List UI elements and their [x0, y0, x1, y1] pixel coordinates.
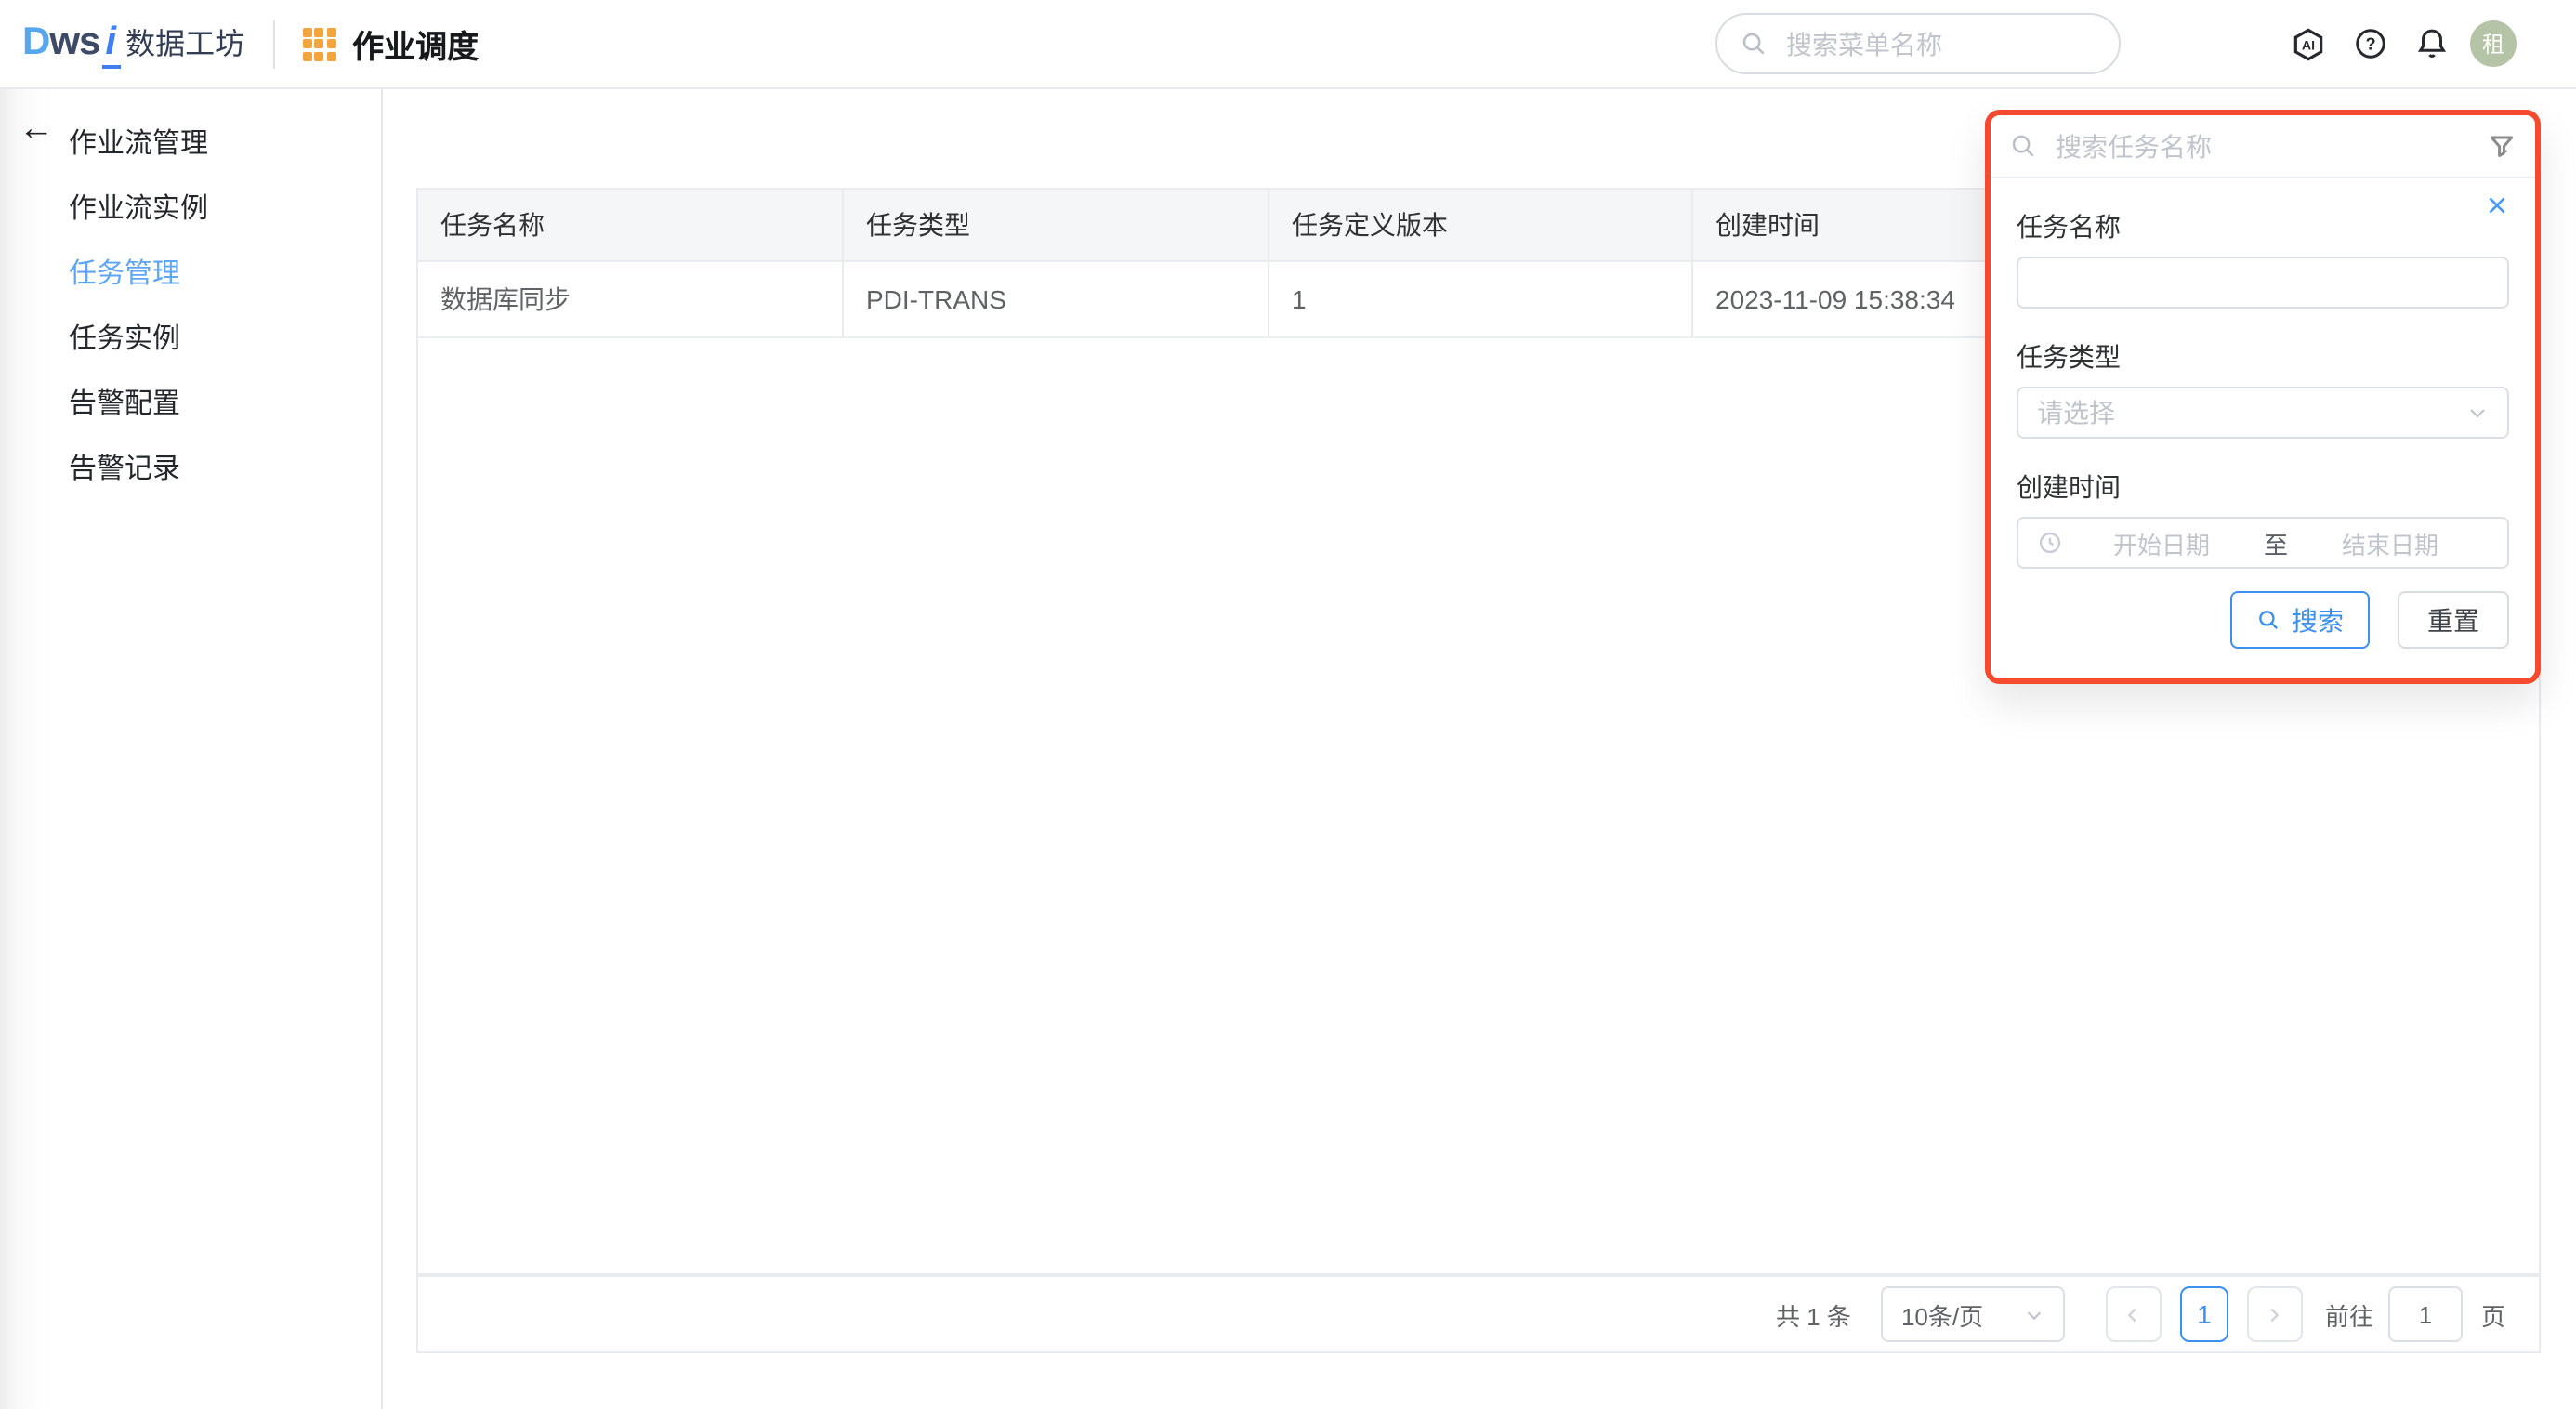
- goto-page-input[interactable]: [2388, 1286, 2463, 1342]
- close-icon[interactable]: [2485, 193, 2509, 217]
- avatar-text: 租: [2482, 28, 2504, 59]
- sidebar-item-workflow-management[interactable]: 作业流管理: [0, 112, 381, 177]
- sidebar-item-task-management[interactable]: 任务管理: [0, 242, 381, 307]
- end-date-placeholder: 结束日期: [2292, 525, 2489, 560]
- reset-button[interactable]: 重置: [2398, 591, 2509, 649]
- chevron-right-icon: [2265, 1304, 2285, 1324]
- chevron-left-icon: [2123, 1304, 2144, 1324]
- cell-task-type: PDI-TRANS: [844, 262, 1269, 336]
- sidebar-item-alert-records[interactable]: 告警记录: [0, 437, 381, 502]
- top-header: Dwsi 数据工坊 作业调度 AI: [0, 0, 2576, 89]
- dws-logo: Dwsi 数据工坊: [22, 19, 244, 69]
- goto-label: 前往: [2325, 1297, 2373, 1332]
- notification-bell-icon[interactable]: [2412, 25, 2450, 62]
- sidebar-nav: 作业流管理 作业流实例 任务管理 任务实例 告警配置 告警记录: [0, 89, 381, 502]
- column-header-task-version: 任务定义版本: [1269, 190, 1693, 260]
- task-search-input[interactable]: [2052, 129, 2472, 163]
- menu-search-box[interactable]: [1715, 13, 2121, 74]
- header-divider: [272, 20, 274, 68]
- ai-assistant-icon[interactable]: AI: [2290, 25, 2327, 62]
- page-title: 作业调度: [352, 20, 479, 67]
- total-count: 共 1 条: [1776, 1297, 1851, 1332]
- cell-task-version: 1: [1269, 262, 1693, 336]
- search-icon: [2009, 132, 2037, 160]
- svg-text:?: ?: [2364, 35, 2374, 54]
- search-button-label: 搜索: [2292, 601, 2344, 639]
- sidebar-item-task-instance[interactable]: 任务实例: [0, 307, 381, 372]
- task-name-input[interactable]: [2017, 257, 2509, 309]
- header-right: AI ? 租: [1715, 13, 2517, 74]
- select-placeholder: 请选择: [2037, 394, 2115, 431]
- search-button[interactable]: 搜索: [2230, 591, 2370, 649]
- prev-page-button[interactable]: [2106, 1286, 2162, 1342]
- sidebar-item-alert-config[interactable]: 告警配置: [0, 372, 381, 437]
- column-header-task-name: 任务名称: [418, 190, 844, 260]
- chevron-down-icon: [2466, 402, 2489, 424]
- svg-text:AI: AI: [2302, 38, 2315, 53]
- search-icon: [1740, 30, 1768, 58]
- logo-i-mark: i: [101, 20, 120, 69]
- page-size-select[interactable]: 10条/页: [1881, 1286, 2065, 1342]
- clock-icon: [2037, 530, 2063, 556]
- collapse-back-arrow-icon[interactable]: ←: [19, 112, 54, 147]
- created-time-label: 创建时间: [2017, 472, 2509, 502]
- job-scheduling-app: Dwsi 数据工坊 作业调度 AI: [0, 0, 2576, 1409]
- page-size-value: 10条/页: [1901, 1297, 1983, 1332]
- column-header-task-type: 任务类型: [844, 190, 1269, 260]
- apps-grid-icon[interactable]: [302, 27, 335, 60]
- task-name-label: 任务名称: [2017, 212, 2509, 242]
- next-page-button[interactable]: [2247, 1286, 2303, 1342]
- filter-funnel-icon[interactable]: [2487, 131, 2517, 161]
- task-type-select[interactable]: 请选择: [2017, 387, 2509, 439]
- avatar[interactable]: 租: [2470, 20, 2517, 67]
- start-date-placeholder: 开始日期: [2063, 525, 2260, 560]
- logo-text: D: [22, 20, 49, 65]
- search-icon: [2256, 608, 2280, 632]
- sidebar: ← 作业流管理 作业流实例 任务管理 任务实例 告警配置 告警记录: [0, 89, 383, 1409]
- filter-panel: 任务名称 任务类型 请选择 创建时间 开始日期 至 结束日期: [1985, 110, 2541, 684]
- page-unit: 页: [2481, 1297, 2505, 1332]
- chevron-down-icon: [2024, 1304, 2044, 1324]
- cell-task-name: 数据库同步: [418, 262, 844, 336]
- filter-actions: 搜索 重置: [2017, 591, 2509, 649]
- pagination-bar: 共 1 条 10条/页 1 前往 页: [416, 1275, 2541, 1353]
- brand-name: 数据工坊: [125, 19, 244, 63]
- task-type-label: 任务类型: [2017, 342, 2509, 372]
- page-number-button[interactable]: 1: [2180, 1286, 2228, 1342]
- task-search-row: [1991, 115, 2535, 177]
- current-page: 1: [2197, 1299, 2212, 1329]
- sidebar-item-workflow-instance[interactable]: 作业流实例: [0, 177, 381, 242]
- created-time-range-picker[interactable]: 开始日期 至 结束日期: [2017, 517, 2509, 569]
- logo-text: ws: [49, 20, 99, 65]
- reset-button-label: 重置: [2427, 601, 2479, 639]
- filter-dropdown: 任务名称 任务类型 请选择 创建时间 开始日期 至 结束日期: [1991, 178, 2535, 678]
- help-icon[interactable]: ?: [2351, 25, 2388, 62]
- range-separator: 至: [2260, 525, 2292, 560]
- menu-search-input[interactable]: [1782, 27, 2096, 60]
